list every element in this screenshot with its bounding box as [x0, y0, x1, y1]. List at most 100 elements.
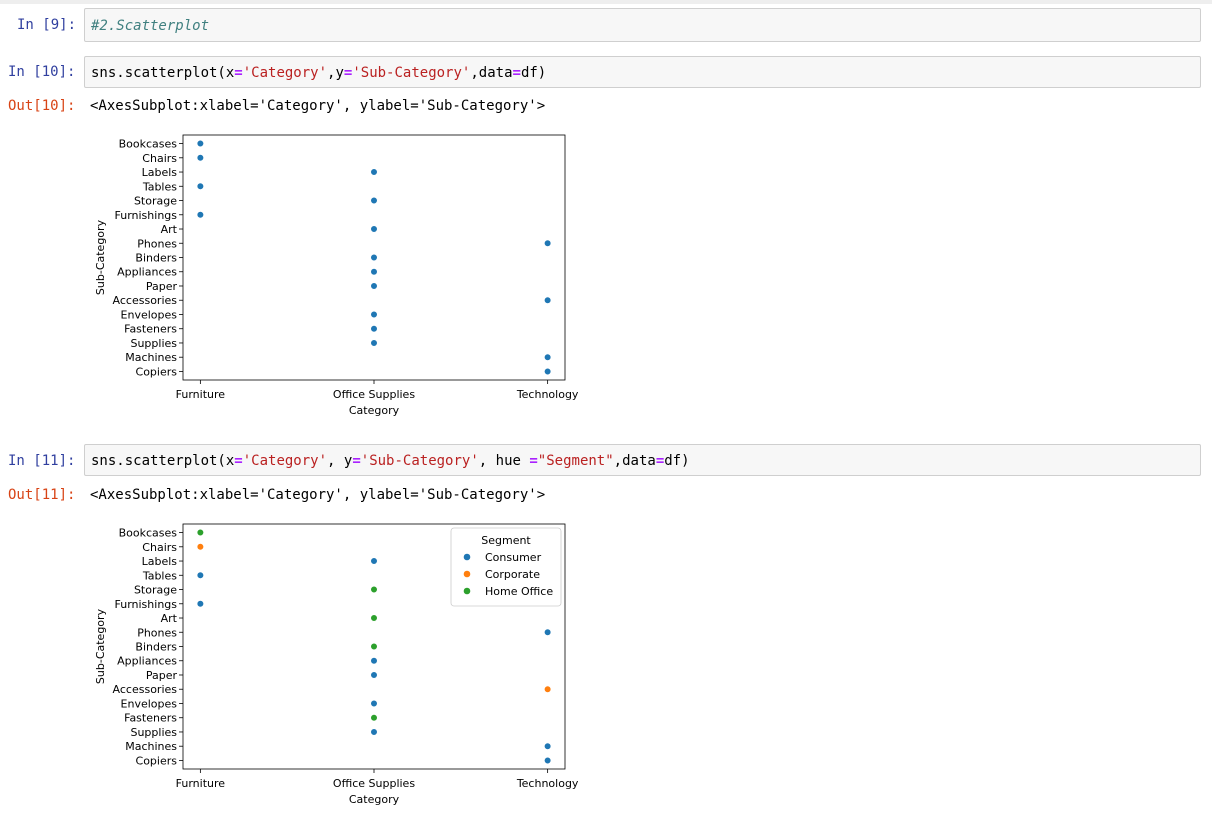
data-point	[196, 528, 204, 537]
legend-label: Consumer	[485, 551, 542, 564]
data-point	[544, 742, 552, 750]
scatterplot-2: BookcasesChairsLabelsTables StorageFurnis…	[94, 523, 579, 806]
cell-11-in-prompt: In [11]:	[8, 453, 76, 469]
data-point	[370, 657, 378, 665]
y-tick-label: Art	[161, 223, 178, 236]
data-point	[196, 571, 204, 579]
y-tick-label: Furnishings	[115, 209, 178, 222]
y-tick-label: Paper	[146, 280, 178, 293]
code-fn: sns.scatterplot(	[91, 65, 226, 81]
code-tail: df)	[664, 453, 690, 469]
y-tick-label: Copiers	[136, 754, 178, 767]
data-point	[370, 339, 378, 347]
y-tick-label: Storage	[134, 195, 177, 208]
y-tick-label: Accessories	[113, 683, 178, 696]
y-tick-label: Appliances	[117, 266, 177, 279]
data-point	[196, 543, 204, 551]
y-tick-label: Accessories	[113, 294, 178, 307]
x-tick-label: Furniture	[176, 388, 226, 401]
cell-11-code: sns.scatterplot(x='Category', y='Sub-Cat…	[91, 452, 690, 470]
scatterplot-1: BookcasesChairsLabelsTables StorageFurnis…	[94, 134, 579, 417]
cell-11-editor[interactable]: sns.scatterplot(x='Category', y='Sub-Cat…	[84, 444, 1201, 476]
y-tick-label: Machines	[125, 740, 177, 753]
y-tick-label: Paper	[146, 669, 178, 682]
cell-10-in-prompt: In [10]:	[8, 64, 76, 80]
data-point	[370, 282, 378, 290]
data-point	[544, 628, 552, 636]
x-axis-label: Category	[349, 404, 400, 417]
data-point	[544, 367, 552, 376]
legend-title: Segment	[481, 534, 531, 547]
data-point	[370, 196, 378, 205]
code-tail: df)	[520, 65, 547, 81]
cell-10-out-prompt: Out[10]:	[8, 98, 76, 114]
legend-label: Home Office	[485, 585, 553, 598]
cell-10-editor[interactable]: sns.scatterplot(x='Category',y='Sub-Cate…	[84, 56, 1201, 88]
data-point	[370, 225, 378, 233]
data-point	[196, 600, 204, 608]
code-op: =	[655, 453, 665, 469]
cell-9-in-prompt: In [9]:	[17, 17, 77, 33]
y-tick-label: Copiers	[136, 365, 178, 378]
data-point	[370, 642, 378, 651]
x-tick-label: Furniture	[176, 777, 226, 790]
x-tick-label: Technology	[516, 777, 579, 790]
y-tick-label: Appliances	[117, 655, 177, 668]
y-tick-label: Storage	[134, 584, 177, 597]
cell-9-code: #2.Scatterplot	[91, 17, 209, 35]
data-point	[370, 585, 378, 594]
code-string: 'Category'	[242, 453, 328, 469]
y-tick-label: Labels	[142, 555, 178, 568]
code-string: 'Sub-Category'	[360, 453, 479, 469]
code-arg: hue	[495, 453, 530, 469]
y-tick-label: Bookcases	[119, 138, 178, 151]
code-arg: data	[622, 453, 656, 469]
legend-marker	[463, 553, 471, 561]
y-tick-label: Supplies	[130, 337, 177, 350]
y-tick-label: Chairs	[142, 541, 177, 554]
data-point	[370, 268, 378, 276]
code-string: 'Category'	[242, 65, 328, 81]
y-tick-label: Furnishings	[115, 598, 178, 611]
data-point	[196, 211, 204, 219]
code-sep: ,	[327, 453, 344, 469]
code-fn: sns.scatterplot(	[91, 453, 226, 469]
y-tick-label: Fasteners	[124, 712, 177, 725]
y-tick-label: Machines	[125, 351, 177, 364]
y-tick-label: Phones	[137, 626, 177, 639]
code-string: 'Sub-Category'	[352, 65, 471, 81]
cell-10-code: sns.scatterplot(x='Category',y='Sub-Cate…	[91, 64, 546, 82]
y-tick-label: Binders	[135, 641, 177, 654]
legend-marker	[463, 570, 471, 578]
y-tick-label: Envelopes	[121, 308, 178, 321]
data-point	[544, 756, 552, 765]
x-axis-label: Category	[349, 793, 400, 806]
data-point	[196, 182, 204, 190]
y-tick-label: Phones	[137, 237, 177, 250]
data-point	[370, 325, 378, 333]
y-axis-label: Sub-Category	[94, 219, 107, 295]
cell-9-editor[interactable]: #2.Scatterplot	[84, 8, 1201, 42]
code-op: =	[529, 453, 538, 469]
data-point	[544, 239, 552, 247]
data-point	[370, 714, 378, 722]
code-op: =	[352, 453, 361, 469]
x-tick-label: Office Supplies	[333, 777, 415, 790]
y-tick-label: Binders	[135, 252, 177, 265]
code-op: =	[512, 65, 521, 81]
code-comment: #2.Scatterplot	[91, 18, 210, 34]
notebook-top-border	[0, 0, 1212, 4]
code-op: =	[234, 453, 243, 469]
data-point	[196, 154, 204, 162]
data-point	[370, 671, 378, 679]
legend-label: Corporate	[485, 568, 540, 581]
data-point	[370, 614, 378, 622]
y-axis-label: Sub-Category	[94, 608, 107, 684]
x-tick-label: Technology	[516, 388, 579, 401]
data-point	[370, 728, 378, 736]
y-tick-label: Art	[161, 612, 178, 625]
y-tick-label: Envelopes	[121, 697, 178, 710]
cell-10-output-text: <AxesSubplot:xlabel='Category', ylabel='…	[90, 98, 546, 114]
cell-11-output-text: <AxesSubplot:xlabel='Category', ylabel='…	[90, 487, 546, 503]
data-point	[544, 296, 552, 304]
